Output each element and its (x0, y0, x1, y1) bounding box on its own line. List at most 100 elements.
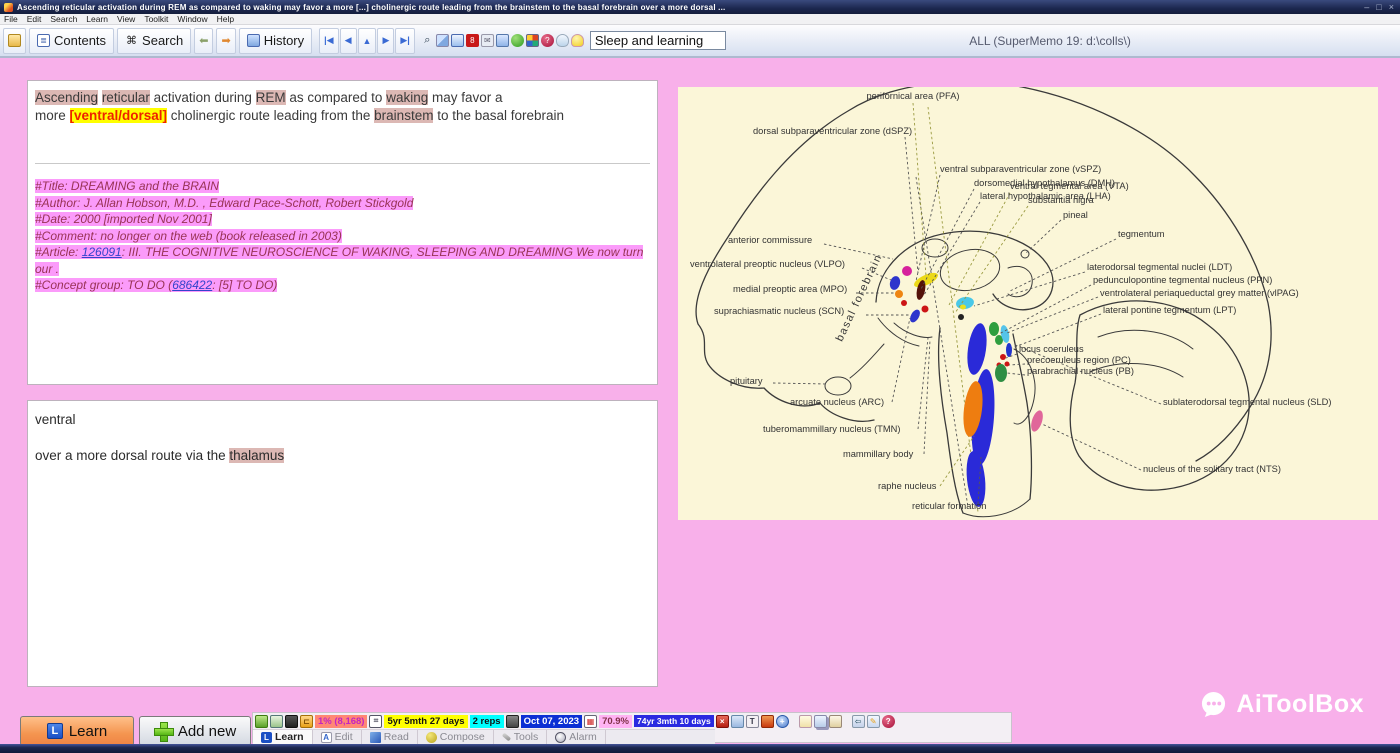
reference-block: #Title: DREAMING and the BRAIN #Author: J… (35, 178, 650, 294)
help-icon[interactable]: ? (882, 715, 895, 728)
interval-badge[interactable]: 5yr 5mth 27 days (384, 715, 467, 728)
delete-icon[interactable]: × (716, 715, 729, 728)
screen-layout-icon[interactable] (285, 715, 298, 728)
minimize-button[interactable]: – (1364, 3, 1369, 12)
reference-text: #Author: J. Allan Hobson, M.D. , Edward … (35, 196, 413, 210)
red-badge-icon[interactable]: 8 (466, 34, 479, 47)
maximize-button[interactable]: □ (1376, 3, 1381, 12)
forward-arrow-icon: ➡ (221, 34, 230, 47)
leader-line (974, 272, 1085, 306)
collection-status[interactable]: ALL (SuperMemo 19: d:\colls\) (700, 25, 1400, 56)
reference-link[interactable]: 126091 (82, 245, 122, 259)
nucleus-blob (958, 314, 964, 320)
web-icon[interactable]: + (776, 715, 789, 728)
tab-alarm[interactable]: Alarm (547, 730, 605, 745)
menu-toolkit[interactable]: Toolkit (144, 14, 168, 24)
tab-tools[interactable]: Tools (494, 730, 548, 745)
diagram-label: pineal (1063, 210, 1088, 220)
nucleus-blob (902, 266, 912, 276)
collection-icon-button[interactable] (3, 28, 26, 54)
alarm-tab-icon (555, 732, 566, 743)
age-badge[interactable]: 74yr 3mth 10 days (634, 715, 714, 727)
next-element-button[interactable]: ▶ (377, 28, 394, 54)
gallery-icon[interactable] (436, 34, 449, 47)
leader-line (1026, 220, 1061, 253)
copy-icon[interactable] (814, 715, 827, 728)
menu-search[interactable]: Search (50, 14, 77, 24)
template-icon[interactable]: ⊏ (300, 715, 313, 728)
menu-learn[interactable]: Learn (86, 14, 108, 24)
menu-view[interactable]: View (117, 14, 135, 24)
element-type-icon[interactable] (255, 715, 268, 728)
dictionary-icon[interactable] (451, 34, 464, 47)
nucleus-blob (1005, 362, 1010, 367)
highlight-cloze: thalamus (229, 448, 284, 463)
next-repetition-date-badge[interactable]: Oct 07, 2023 (521, 715, 582, 728)
swan-icon[interactable] (556, 34, 569, 47)
contents-icon: ≣ (37, 34, 50, 47)
diagram-label: arcuate nucleus (ARC) (790, 397, 884, 407)
forward-button[interactable]: ➡ (216, 28, 235, 54)
priority-badge[interactable]: 1% (8,168) (315, 715, 367, 728)
diagram-label: locus coeruleus (1019, 344, 1084, 354)
add-new-button[interactable]: Add new (139, 716, 251, 746)
back-button[interactable]: ⬅ (194, 28, 213, 54)
prev-element-button[interactable]: ◀ (340, 28, 357, 54)
diagram-label: suprachiasmatic nucleus (SCN) (714, 306, 844, 316)
workspace-icon[interactable] (496, 34, 509, 47)
history-button[interactable]: History (239, 28, 312, 54)
mosaic-icon[interactable] (526, 34, 539, 47)
search-button[interactable]: ⌘ Search (117, 28, 191, 54)
text-segment: over a more dorsal route via the (35, 448, 229, 463)
reference-text: #Comment: no longer on the web (book rel… (35, 229, 342, 243)
repetitions-badge[interactable]: 2 reps (470, 715, 504, 728)
bulb-icon[interactable] (571, 34, 584, 47)
menu-help[interactable]: Help (217, 14, 234, 24)
menu-edit[interactable]: Edit (27, 14, 42, 24)
calendar-icon[interactable]: ▦ (584, 715, 597, 728)
learn-button[interactable]: L Learn (20, 716, 134, 746)
question-panel[interactable]: Ascending reticular activation during RE… (27, 80, 658, 385)
learn-tab-icon: L (261, 732, 272, 743)
repetition-history-icon[interactable] (506, 715, 519, 728)
leader-line (924, 340, 930, 454)
magnifier-icon[interactable]: ⌕ (421, 34, 434, 47)
contents-button[interactable]: ≣ Contents (29, 28, 114, 54)
nucleus-blob (1000, 354, 1006, 360)
dismiss-icon[interactable] (731, 715, 744, 728)
go-icon[interactable] (511, 34, 524, 47)
reference-link[interactable]: 686422 (172, 278, 212, 292)
envelope-icon[interactable]: ✉ (481, 34, 494, 47)
diagram-label: reticular formation (912, 501, 986, 511)
close-button[interactable]: × (1389, 3, 1394, 12)
first-element-button[interactable]: |◀ (319, 28, 338, 54)
paste-icon[interactable] (270, 715, 283, 728)
mode-tab-row: L Learn A Edit Read Compose Tools Alar (253, 729, 715, 744)
tab-tools-label: Tools (514, 731, 539, 743)
back-arrow-icon: ⬅ (199, 34, 208, 47)
diagram-nuclei-blobs (888, 266, 1045, 508)
tab-learn[interactable]: L Learn (253, 730, 313, 745)
diagram-label: parabrachial nucleus (PB) (1027, 366, 1134, 376)
tab-alarm-label: Alarm (569, 731, 596, 743)
edit-document-icon[interactable]: ✎ (867, 715, 880, 728)
element-params-icon[interactable]: ⌗ (369, 715, 382, 728)
help-red-icon[interactable]: ? (541, 34, 554, 47)
tab-compose[interactable]: Compose (418, 730, 494, 745)
menu-file[interactable]: File (4, 14, 18, 24)
retention-badge[interactable]: 70.9% (599, 715, 632, 728)
tab-edit[interactable]: A Edit (313, 730, 362, 745)
reference-line-text: #Author: J. Allan Hobson, M.D. , Edward … (35, 196, 413, 210)
text-format-icon[interactable]: T (746, 715, 759, 728)
last-element-button[interactable]: ▶| (395, 28, 414, 54)
menu-window[interactable]: Window (177, 14, 207, 24)
import-icon[interactable]: ⇦ (852, 715, 865, 728)
parent-element-button[interactable]: ▲ (358, 28, 377, 54)
tab-read[interactable]: Read (362, 730, 418, 745)
clipboard-icon[interactable] (829, 715, 842, 728)
note-icon[interactable] (799, 715, 812, 728)
burn-icon[interactable] (761, 715, 774, 728)
diagram-label: raphe nucleus (878, 481, 937, 491)
reference-line-text: #Title: DREAMING and the BRAIN (35, 179, 219, 193)
answer-panel[interactable]: ventralover a more dorsal route via the … (27, 400, 658, 687)
